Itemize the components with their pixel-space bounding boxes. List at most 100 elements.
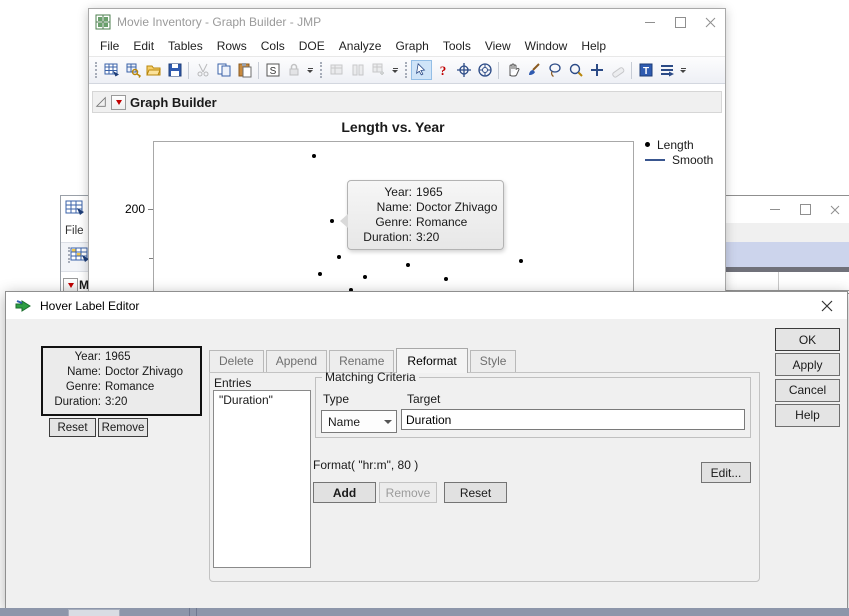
lasso-tool-icon[interactable] <box>544 60 565 80</box>
close-button[interactable] <box>820 197 849 223</box>
menu-cols[interactable]: Cols <box>254 37 292 55</box>
paste-icon[interactable] <box>234 60 255 80</box>
tooltip-value: 1965 <box>416 185 497 200</box>
copy-icon[interactable] <box>213 60 234 80</box>
tooltip-label: Genre: <box>352 215 412 230</box>
jmp-app-icon <box>89 9 117 35</box>
maximize-button[interactable] <box>665 9 695 35</box>
dialog-title-bar: Hover Label Editor <box>6 292 847 319</box>
menu-edit[interactable]: Edit <box>126 37 161 55</box>
close-button[interactable] <box>813 297 841 315</box>
background-window-right <box>721 195 849 294</box>
line-annotate-tool-icon[interactable] <box>656 60 677 80</box>
minimize-icon <box>645 22 655 23</box>
arrow-tool-icon[interactable] <box>411 60 432 80</box>
minimize-button[interactable] <box>760 197 790 223</box>
red-triangle-menu-button[interactable] <box>111 95 126 110</box>
magnifier-tool-icon[interactable] <box>565 60 586 80</box>
bg-file-menu[interactable]: File <box>65 225 84 237</box>
preview-value: 1965 <box>105 350 198 365</box>
maximize-icon <box>800 204 811 215</box>
text-annotate-tool-icon[interactable]: T <box>635 60 656 80</box>
add-button[interactable]: Add <box>313 482 376 503</box>
menu-graph[interactable]: Graph <box>388 37 435 55</box>
tab-append[interactable]: Append <box>266 350 327 372</box>
target-input[interactable] <box>401 409 745 430</box>
data-point[interactable] <box>519 259 523 263</box>
dialog-title: Hover Label Editor <box>40 299 847 313</box>
remove-button: Remove <box>379 482 437 503</box>
data-point[interactable] <box>318 272 322 276</box>
maximize-button[interactable] <box>790 197 820 223</box>
edit-button[interactable]: Edit... <box>701 462 751 483</box>
data-point[interactable] <box>406 263 410 267</box>
menu-tables[interactable]: Tables <box>161 37 210 55</box>
preview-label: Name: <box>43 365 101 380</box>
data-point-hovered[interactable] <box>330 219 334 223</box>
preview-label: Duration: <box>43 395 101 410</box>
brush-tool-icon[interactable] <box>523 60 544 80</box>
red-triangle-icon <box>116 100 122 105</box>
script-window-icon[interactable]: S <box>262 60 283 80</box>
cancel-button[interactable]: Cancel <box>775 379 840 402</box>
toolbar-overflow-icon[interactable] <box>680 68 686 73</box>
tab-rename[interactable]: Rename <box>329 350 394 372</box>
toolbar-grip <box>320 62 322 78</box>
tab-style[interactable]: Style <box>470 350 517 372</box>
close-button[interactable] <box>695 9 725 35</box>
open-file-icon[interactable] <box>143 60 164 80</box>
crosshair-tool-icon[interactable] <box>453 60 474 80</box>
target-label: Target <box>407 392 440 406</box>
save-icon[interactable] <box>164 60 185 80</box>
toolbar-overflow-icon[interactable] <box>307 68 313 73</box>
data-point[interactable] <box>444 277 448 281</box>
preview-remove-button[interactable]: Remove <box>98 418 148 437</box>
bg-toolbar-icon[interactable] <box>70 247 90 266</box>
columns-icon <box>347 60 368 80</box>
menu-view[interactable]: View <box>478 37 518 55</box>
disclosure-icon[interactable] <box>95 96 107 108</box>
tab-reformat[interactable]: Reformat <box>396 348 467 373</box>
format-expression: Format( "hr:m", 80 ) <box>313 458 418 472</box>
help-button[interactable]: Help <box>775 404 840 427</box>
preview-label: Genre: <box>43 380 101 395</box>
toolbar-grip <box>405 62 407 78</box>
target-tool-icon[interactable] <box>474 60 495 80</box>
data-point[interactable] <box>312 154 316 158</box>
tooltip-value: Romance <box>416 215 497 230</box>
hand-tool-icon[interactable] <box>502 60 523 80</box>
menu-analyze[interactable]: Analyze <box>332 37 389 55</box>
data-point[interactable] <box>337 255 341 259</box>
plot-area[interactable]: Year:1965 Name:Doctor Zhivago Genre:Roma… <box>153 141 634 293</box>
menu-doe[interactable]: DOE <box>292 37 332 55</box>
apply-button[interactable]: Apply <box>775 353 840 376</box>
preview-value: Doctor Zhivago <box>105 365 198 380</box>
open-database-icon[interactable] <box>122 60 143 80</box>
type-dropdown[interactable]: Name <box>321 410 397 433</box>
graph-builder-header[interactable]: Graph Builder <box>92 91 722 113</box>
menu-tools[interactable]: Tools <box>436 37 478 55</box>
ok-button[interactable]: OK <box>775 328 840 351</box>
menu-rows[interactable]: Rows <box>210 37 254 55</box>
grow-tool-icon[interactable] <box>586 60 607 80</box>
entries-listbox[interactable]: "Duration" <box>213 390 311 568</box>
entries-list-item[interactable]: "Duration" <box>214 391 310 409</box>
minimize-button[interactable] <box>635 9 665 35</box>
preview-reset-button[interactable]: Reset <box>49 418 96 437</box>
new-data-table-icon[interactable] <box>101 60 122 80</box>
menu-help[interactable]: Help <box>574 37 613 55</box>
reset-button[interactable]: Reset <box>444 482 507 503</box>
tooltip-value: 3:20 <box>416 230 497 245</box>
data-point[interactable] <box>363 275 367 279</box>
menu-window[interactable]: Window <box>518 37 575 55</box>
help-tool-icon[interactable]: ? <box>432 60 453 80</box>
red-triangle-icon <box>68 283 74 288</box>
chevron-down-icon <box>380 420 396 424</box>
preview-label: Year: <box>43 350 101 365</box>
menu-file[interactable]: File <box>93 37 126 55</box>
tab-delete[interactable]: Delete <box>209 350 264 372</box>
toolbar-overflow-icon[interactable] <box>392 68 398 73</box>
bg-table-band <box>722 223 849 242</box>
jmp-main-window: Movie Inventory - Graph Builder - JMP Fi… <box>88 8 726 293</box>
type-dropdown-value: Name <box>322 415 380 429</box>
